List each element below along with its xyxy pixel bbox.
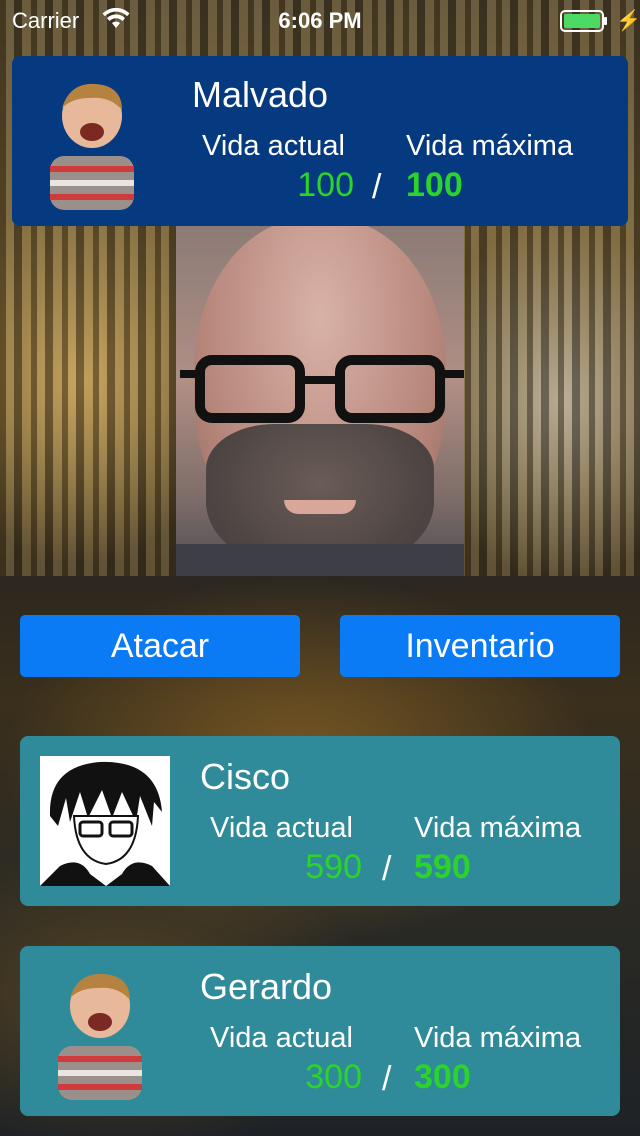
hero-current-hp-label: Vida actual [210, 812, 353, 844]
clock: 6:06 PM [278, 8, 362, 33]
villain-portrait [176, 224, 464, 576]
hero-hp-separator: / [382, 850, 392, 888]
child-avatar-icon [58, 973, 142, 1100]
charging-icon: ⚡ [616, 10, 640, 32]
anime-avatar-icon [40, 756, 170, 886]
hero-max-hp: 300 [414, 1058, 471, 1096]
hero-max-hp: 590 [414, 848, 471, 886]
villain-shirt [176, 544, 464, 576]
attack-button[interactable]: Atacar [20, 615, 300, 677]
hero-current-hp: 300 [305, 1058, 362, 1096]
hero-name: Gerardo [200, 966, 333, 1007]
enemy-card: Malvado Vida actual Vida máxima 100 / 10… [12, 56, 628, 226]
enemy-current-hp-label: Vida actual [202, 130, 345, 162]
hero-hp-separator: / [382, 1060, 392, 1098]
hero-max-hp-label: Vida máxima [414, 1022, 582, 1054]
hero-current-hp: 590 [305, 848, 362, 886]
child-avatar-icon [50, 83, 134, 210]
glasses-icon [180, 355, 464, 423]
villain-mouth [284, 500, 356, 514]
hero-avatar [48, 970, 148, 1100]
enemy-avatar [40, 80, 140, 210]
enemy-max-hp-label: Vida máxima [406, 130, 574, 162]
status-bar: Carrier 6:06 PM ⚡ [0, 0, 640, 40]
hero-name: Cisco [200, 756, 291, 797]
inventory-button[interactable]: Inventario [340, 615, 620, 677]
enemy-current-hp: 100 [297, 166, 354, 204]
enemy-hp-separator: / [372, 168, 382, 206]
hero-max-hp-label: Vida máxima [414, 812, 582, 844]
hero-avatar [40, 756, 170, 886]
battery-icon [560, 10, 607, 32]
enemy-name: Malvado [192, 74, 329, 115]
party-member-card: Gerardo Vida actual Vida máxima 300 / 30… [20, 946, 620, 1116]
enemy-max-hp: 100 [406, 166, 463, 204]
hero-current-hp-label: Vida actual [210, 1022, 353, 1054]
party-member-card: Cisco Vida actual Vida máxima 590 / 590 [20, 736, 620, 906]
